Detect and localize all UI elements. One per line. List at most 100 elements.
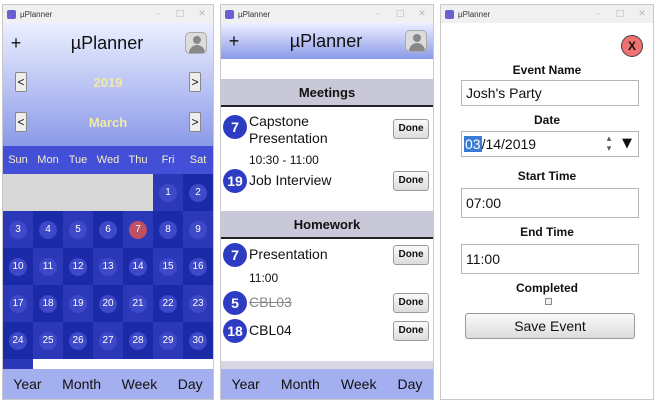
event-title: Presentation: [249, 246, 328, 262]
calendar-day-cell[interactable]: 16: [183, 248, 213, 285]
calendar-day-cell[interactable]: 8: [153, 211, 183, 248]
start-time-label: Start Time: [517, 169, 577, 183]
done-button[interactable]: Done: [393, 321, 429, 341]
calendar-day-cell[interactable]: 1: [153, 174, 183, 211]
calendar-day-cell[interactable]: 4: [33, 211, 63, 248]
app-title: µPlanner: [70, 32, 144, 53]
weekday-label: Thu: [128, 154, 148, 166]
view-month-tab[interactable]: Month: [281, 376, 320, 392]
calendar-day-cell[interactable]: 18: [33, 285, 63, 322]
done-button[interactable]: Done: [393, 119, 429, 139]
start-time-field[interactable]: 07:00: [461, 188, 639, 218]
done-button[interactable]: Done: [393, 293, 429, 313]
event-time: 11:00: [249, 271, 279, 285]
view-day-tab[interactable]: Day: [178, 376, 203, 392]
view-month-tab[interactable]: Month: [62, 376, 101, 392]
calendar-day-cell[interactable]: 29: [153, 322, 183, 359]
calendar-day-cell[interactable]: 23: [183, 285, 213, 322]
done-button[interactable]: Done: [393, 171, 429, 191]
calendar-day-cell[interactable]: 25: [33, 322, 63, 359]
calendar-empty-cell: [123, 174, 153, 211]
close-icon[interactable]: ✕: [191, 9, 213, 19]
calendar-day-cell[interactable]: 24: [3, 322, 33, 359]
month-grid: 1 2 3 4 5 6 7 8 9 10 11 12 13 14 15 16 17 18 19 20 21 22 23 24 2…: [3, 174, 213, 396]
weekday-header: Sun Mon Tue Wed Thu Fri Sat: [3, 146, 213, 174]
event-item[interactable]: 7 Presentation 11:00 Done: [221, 241, 433, 287]
calendar-day-cell[interactable]: 30: [183, 322, 213, 359]
date-spinner[interactable]: ▴ ▾: [604, 133, 614, 153]
calendar-day-cell[interactable]: 17: [3, 285, 33, 322]
user-avatar-icon[interactable]: [405, 30, 427, 52]
view-year-tab[interactable]: Year: [13, 376, 41, 392]
prev-month-button[interactable]: <: [15, 112, 27, 132]
event-item[interactable]: 18 CBL04 Done: [221, 317, 433, 345]
window-title: µPlanner: [458, 9, 491, 19]
maximize-icon[interactable]: □: [609, 9, 631, 19]
date-picker[interactable]: 03/14/2019 ▴ ▾ ▼: [461, 131, 639, 157]
close-editor-button[interactable]: X: [621, 35, 643, 57]
prev-year-button[interactable]: <: [15, 72, 27, 92]
calendar-day-cell[interactable]: 6: [93, 211, 123, 248]
day-number: 6: [99, 220, 117, 239]
event-name-label: Event Name: [512, 63, 582, 77]
calendar-day-cell[interactable]: 5: [63, 211, 93, 248]
calendar-day-cell[interactable]: 26: [63, 322, 93, 359]
calendar-day-cell[interactable]: 9: [183, 211, 213, 248]
calendar-day-cell[interactable]: 19: [63, 285, 93, 322]
event-item[interactable]: 19 Job Interview Done: [221, 167, 433, 197]
next-year-button[interactable]: >: [188, 72, 201, 92]
next-month-button[interactable]: >: [188, 112, 201, 132]
end-time-field[interactable]: 11:00: [461, 244, 639, 274]
view-week-tab[interactable]: Week: [122, 376, 158, 392]
calendar-day-cell[interactable]: 7: [123, 211, 153, 248]
completed-checkbox[interactable]: [545, 298, 552, 305]
event-item[interactable]: 7 Capstone Presentation 10:30 - 11:00 Do…: [221, 111, 433, 167]
event-title: Job Interview: [249, 172, 332, 188]
weekday-label: Mon: [37, 154, 59, 166]
calendar-day-cell[interactable]: 11: [33, 248, 63, 285]
calendar-day-cell[interactable]: 12: [63, 248, 93, 285]
done-button[interactable]: Done: [393, 245, 429, 265]
calendar-day-cell[interactable]: 3: [3, 211, 33, 248]
calendar-day-cell[interactable]: 2: [183, 174, 213, 211]
date-dropdown-icon[interactable]: ▼: [622, 132, 632, 156]
save-event-button[interactable]: Save Event: [465, 313, 635, 339]
view-day-tab[interactable]: Day: [398, 376, 423, 392]
calendar-day-cell[interactable]: 22: [153, 285, 183, 322]
add-event-button[interactable]: +: [3, 33, 29, 54]
day-number: 4: [39, 220, 57, 239]
close-icon[interactable]: ✕: [631, 9, 653, 19]
day-number: 24: [9, 331, 27, 350]
calendar-day-cell[interactable]: 28: [123, 322, 153, 359]
calendar-day-cell[interactable]: 27: [93, 322, 123, 359]
view-year-tab[interactable]: Year: [232, 376, 260, 392]
user-avatar-icon[interactable]: [185, 32, 207, 54]
view-switcher: Year Month Week Day: [3, 369, 213, 399]
date-month-segment[interactable]: 03: [464, 136, 482, 152]
day-number: 29: [159, 331, 177, 350]
app-icon: [445, 9, 454, 19]
view-week-tab[interactable]: Week: [341, 376, 377, 392]
calendar-day-cell[interactable]: 14: [123, 248, 153, 285]
completed-label: Completed: [515, 281, 578, 295]
calendar-day-cell[interactable]: 21: [123, 285, 153, 322]
maximize-icon[interactable]: □: [169, 9, 191, 19]
calendar-day-cell[interactable]: 10: [3, 248, 33, 285]
minimize-icon[interactable]: –: [147, 9, 169, 19]
calendar-day-cell[interactable]: 20: [93, 285, 123, 322]
event-name-field[interactable]: Josh's Party: [461, 80, 639, 106]
add-event-button[interactable]: +: [221, 31, 247, 52]
day-number: 13: [99, 257, 117, 276]
title-bar: µPlanner – □ ✕: [441, 5, 653, 23]
spin-down-icon[interactable]: ▾: [604, 143, 614, 153]
minimize-icon[interactable]: –: [367, 9, 389, 19]
event-item[interactable]: 5 CBL03 Done: [221, 289, 433, 317]
day-number: 3: [9, 220, 27, 239]
day-number: 26: [69, 331, 87, 350]
close-icon[interactable]: ✕: [411, 9, 433, 19]
spin-up-icon[interactable]: ▴: [604, 133, 614, 143]
calendar-day-cell[interactable]: 15: [153, 248, 183, 285]
maximize-icon[interactable]: □: [389, 9, 411, 19]
minimize-icon[interactable]: –: [587, 9, 609, 19]
calendar-day-cell[interactable]: 13: [93, 248, 123, 285]
